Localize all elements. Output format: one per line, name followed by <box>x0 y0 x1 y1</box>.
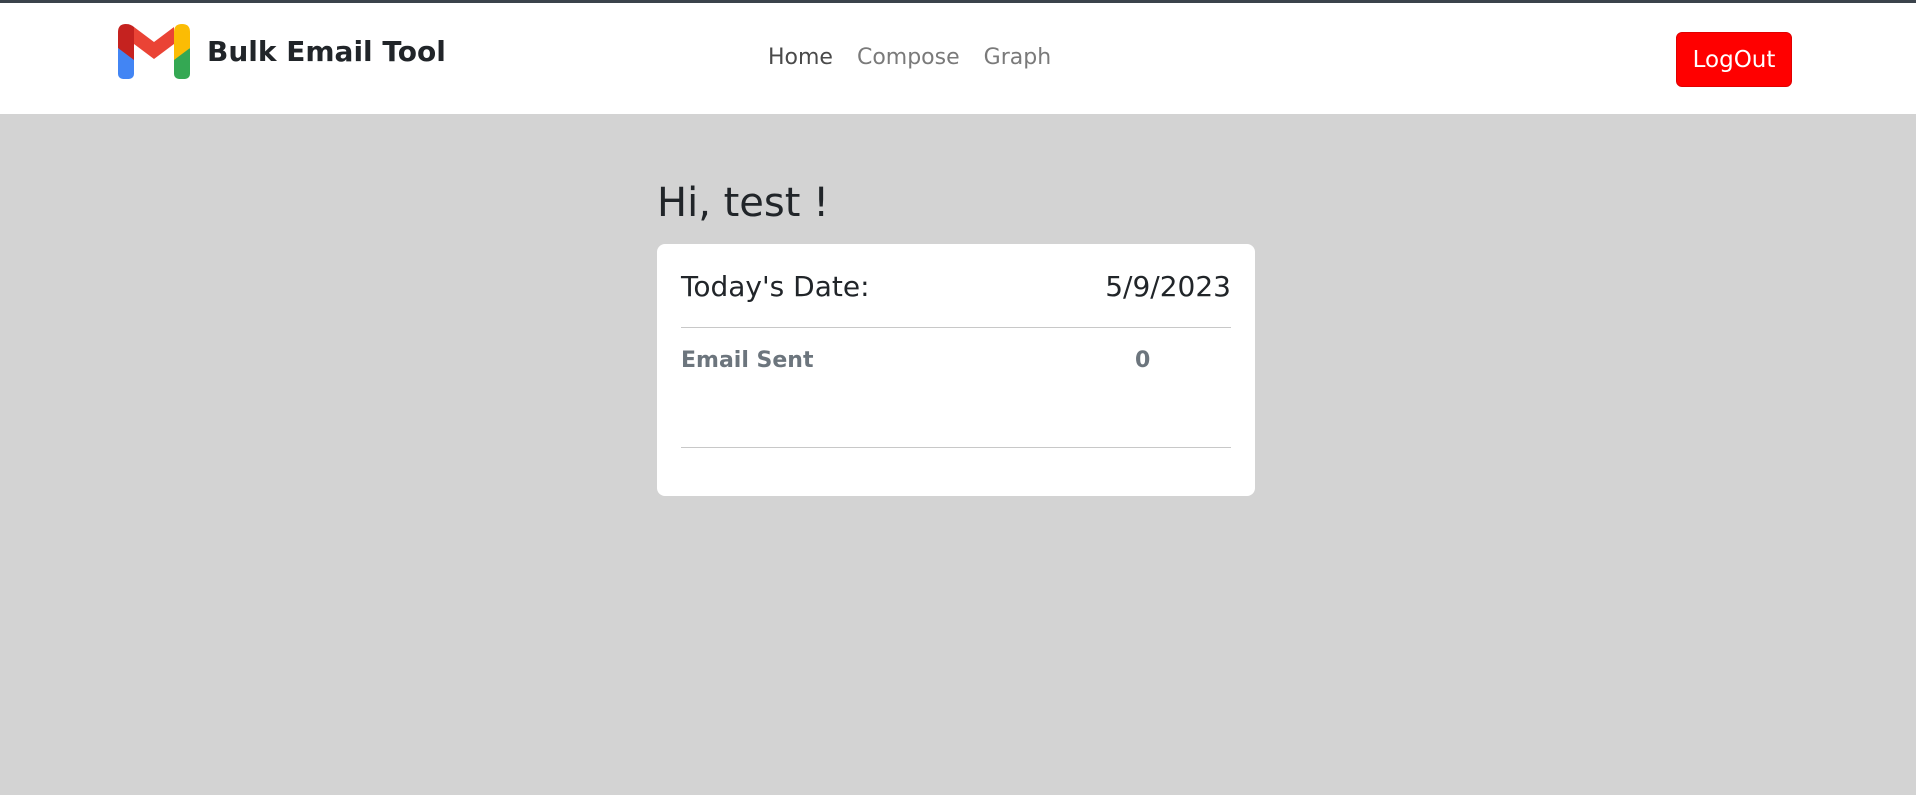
summary-card: Today's Date: 5/9/2023 Email Sent 0 <box>657 244 1255 496</box>
card-divider <box>681 327 1231 328</box>
date-value: 5/9/2023 <box>1105 270 1231 303</box>
summary-card-body: Today's Date: 5/9/2023 Email Sent 0 <box>681 244 1231 496</box>
gmail-logo-icon <box>118 23 190 79</box>
date-row: Today's Date: 5/9/2023 <box>681 270 1231 303</box>
main-nav: Home Compose Graph <box>768 45 1051 70</box>
brand-link[interactable]: Bulk Email Tool <box>118 23 446 79</box>
nav-graph-link[interactable]: Graph <box>984 45 1051 70</box>
emails-sent-label: Email Sent <box>681 348 814 373</box>
nav-compose-link[interactable]: Compose <box>857 45 960 70</box>
greeting-heading: Hi, test ! <box>657 180 830 226</box>
nav-home-link[interactable]: Home <box>768 45 833 70</box>
card-footer-divider <box>681 447 1231 448</box>
logout-button[interactable]: LogOut <box>1676 32 1792 87</box>
date-label: Today's Date: <box>681 270 870 303</box>
app-title: Bulk Email Tool <box>207 34 446 68</box>
navbar: Bulk Email Tool Home Compose Graph LogOu… <box>0 3 1916 114</box>
emails-sent-count: 0 <box>1135 348 1151 373</box>
